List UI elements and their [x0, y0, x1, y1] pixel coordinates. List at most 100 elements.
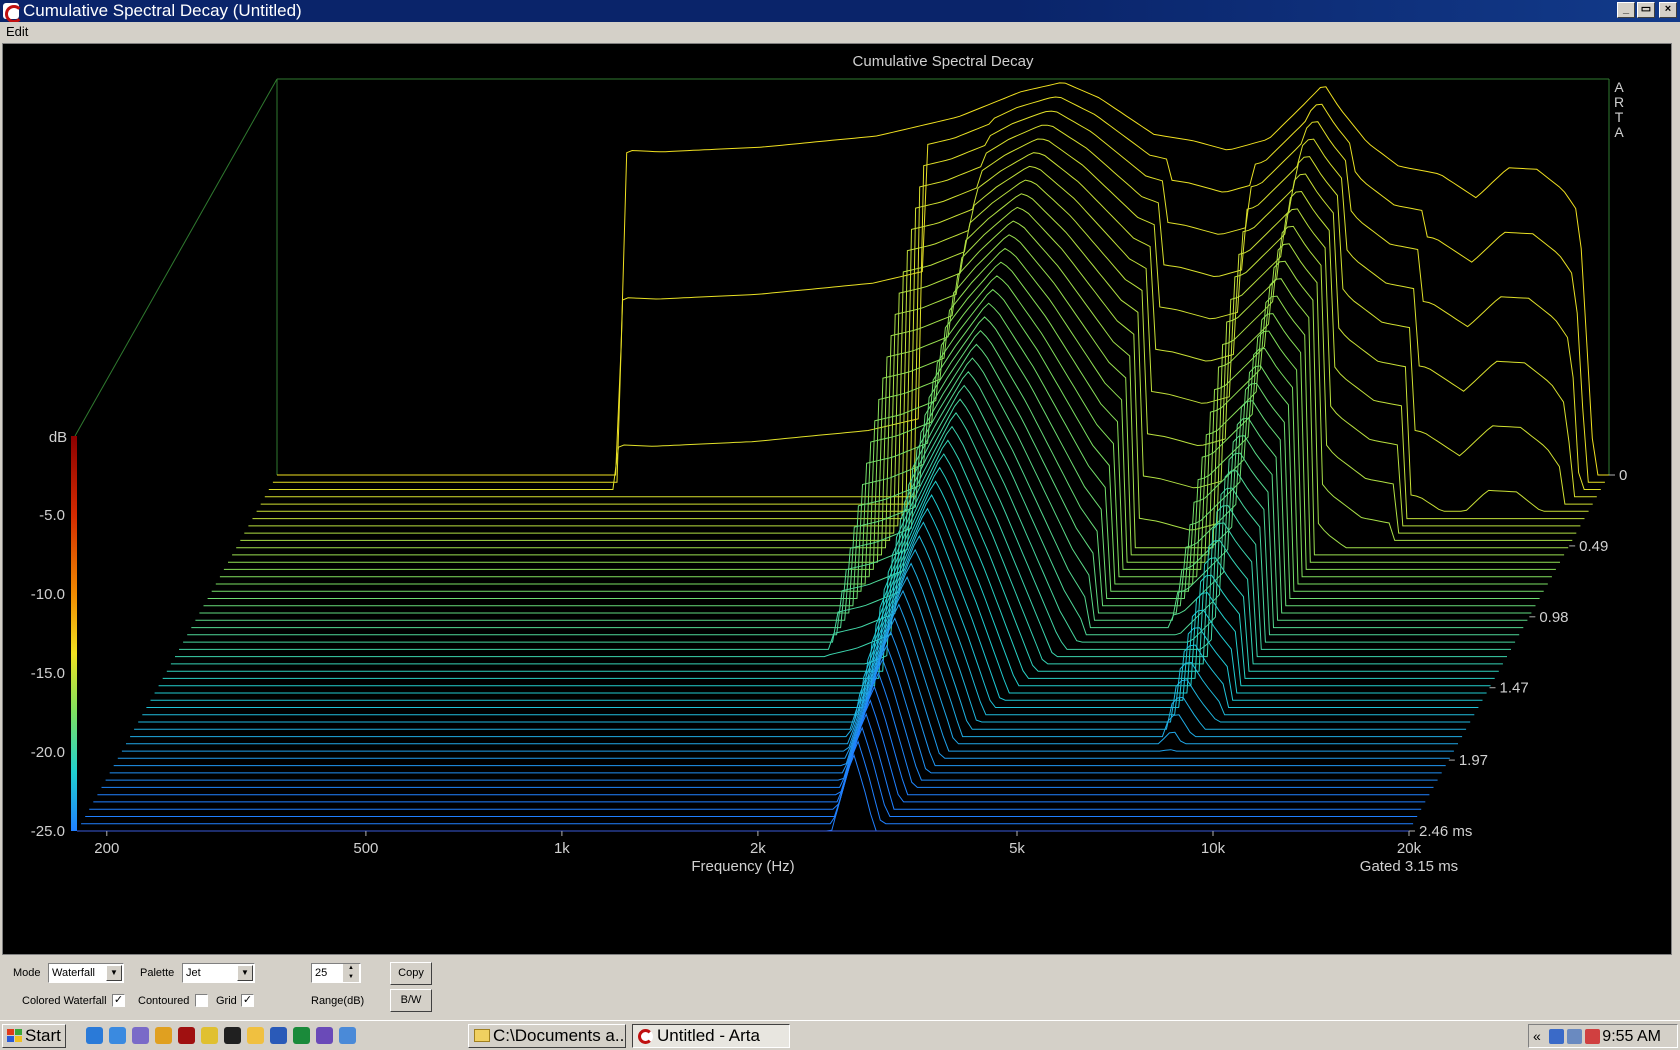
spin-down-icon[interactable]: ▼ [343, 973, 359, 982]
media-icon[interactable] [132, 1027, 149, 1044]
decay-slice [162, 466, 1495, 679]
decay-slice [138, 548, 1471, 723]
decay-slice [268, 110, 1601, 490]
colored-waterfall-label: Colored Waterfall [22, 995, 107, 1007]
z-axis-ticks: 0 0.49 0.98 1.47 1.97 2.46 ms [1409, 467, 1627, 840]
copy-button[interactable]: Copy [390, 962, 432, 985]
word-icon[interactable] [224, 1027, 241, 1044]
csd-plot-area: 200 500 1k 2k 5k 10k 20k -5.0 -10.0 -15.0 -20.0 -2… [2, 43, 1672, 955]
decay-slice [142, 535, 1475, 716]
check-mark-icon: ✓ [242, 994, 253, 1006]
close-button[interactable]: × [1659, 2, 1677, 18]
bw-button[interactable]: B/W [390, 989, 432, 1012]
system-tray: « 9:55 AM [1528, 1024, 1678, 1048]
app-icon[interactable] [316, 1027, 333, 1044]
decay-slice [109, 644, 1442, 774]
z-tick-label: 1.97 [1459, 752, 1488, 769]
ie-icon[interactable] [86, 1027, 103, 1044]
grid-checkbox[interactable]: ✓ [241, 994, 254, 1007]
display-icon[interactable] [1567, 1029, 1582, 1044]
help-icon[interactable] [270, 1027, 287, 1044]
restore-button[interactable]: ▭ [1637, 2, 1655, 18]
taskbar: Start C:\Documents a... Untitled - Arta … [0, 1020, 1680, 1050]
cmd-icon[interactable] [178, 1027, 195, 1044]
decay-slice [154, 493, 1487, 694]
decay-slice [146, 521, 1479, 708]
decay-slice [85, 726, 1418, 817]
menu-edit[interactable]: Edit [6, 23, 28, 41]
excel-icon[interactable] [247, 1027, 264, 1044]
arta-icon [638, 1029, 653, 1044]
chrome-icon[interactable] [155, 1027, 172, 1044]
spin-up-icon[interactable]: ▲ [343, 964, 359, 973]
watermark-text: ARTA [1614, 79, 1624, 140]
y-axis-label: dB [49, 429, 67, 446]
x-tick-label: 2k [750, 840, 766, 857]
control-panel: Mode Waterfall ▼ Palette Jet ▼ 25 ▲ ▼ Co… [0, 956, 1680, 1020]
range-value: 25 [315, 967, 328, 979]
folder-icon [474, 1029, 490, 1042]
windows-flag-icon [7, 1029, 22, 1043]
z-tick-label: 0.98 [1539, 609, 1568, 626]
task-arta[interactable]: Untitled - Arta [632, 1024, 790, 1048]
window-title: Cumulative Spectral Decay (Untitled) [23, 1, 302, 20]
arta-app-icon[interactable] [3, 3, 23, 23]
colorbar [71, 436, 77, 831]
decay-slice [101, 671, 1434, 788]
y-tick-label: -15.0 [31, 665, 65, 682]
y-tick-label: -25.0 [31, 823, 65, 840]
colored-waterfall-checkbox[interactable]: ✓ [112, 994, 125, 1007]
x-tick-label: 5k [1009, 840, 1025, 857]
tray-expand-icon[interactable]: « [1533, 1028, 1541, 1044]
depth-top-edge [74, 78, 278, 437]
mode-select[interactable]: Waterfall ▼ [48, 963, 124, 983]
chevron-down-icon[interactable]: ▼ [237, 965, 253, 981]
contoured-checkbox[interactable] [195, 994, 208, 1007]
notepad-icon[interactable] [293, 1027, 310, 1044]
clock: 9:55 AM [1602, 1028, 1661, 1045]
decay-slice [126, 589, 1458, 745]
range-stepper[interactable]: 25 ▲ ▼ [311, 963, 361, 983]
task-documents-folder[interactable]: C:\Documents a... [468, 1024, 626, 1048]
y-tick-label: -5.0 [39, 507, 65, 524]
decay-slice [113, 630, 1446, 767]
y-tick-label: -20.0 [31, 744, 65, 761]
start-label: Start [25, 1026, 61, 1045]
chevron-down-icon[interactable]: ▼ [106, 965, 122, 981]
decay-slice [272, 96, 1605, 483]
decay-slice [77, 753, 1409, 832]
x-tick-label: 200 [94, 840, 119, 857]
waterfall-lines [77, 82, 1609, 832]
outlook-icon[interactable] [109, 1027, 126, 1044]
contoured-label: Contoured [138, 995, 190, 1007]
palette-label: Palette [140, 967, 175, 979]
waterfall-chart: 200 500 1k 2k 5k 10k 20k -5.0 -10.0 -15.0 -20.0 -2… [31, 53, 1628, 875]
minimize-button[interactable]: _ [1617, 2, 1635, 18]
task-label: Untitled - Arta [657, 1026, 760, 1045]
palette-select[interactable]: Jet ▼ [182, 963, 255, 983]
chart-title: Cumulative Spectral Decay [853, 53, 1034, 70]
x-tick-label: 10k [1201, 840, 1226, 857]
y-tick-label: -10.0 [31, 586, 65, 603]
x-tick-label: 20k [1397, 840, 1422, 857]
decay-slice [117, 617, 1450, 759]
network-icon[interactable] [1549, 1029, 1564, 1044]
x-axis-label: Frequency (Hz) [691, 858, 794, 875]
x-axis-ticks: 200 500 1k 2k 5k 10k 20k [94, 831, 1422, 857]
shark-icon[interactable] [339, 1027, 356, 1044]
mode-label: Mode [13, 967, 41, 979]
decay-slice [105, 658, 1438, 781]
range-label: Range(dB) [311, 995, 365, 1007]
palette-value: Jet [186, 967, 201, 979]
start-button[interactable]: Start [2, 1024, 66, 1048]
folder-icon[interactable] [201, 1027, 218, 1044]
grid-label: Grid [216, 995, 237, 1007]
task-label: C:\Documents a... [493, 1026, 626, 1045]
y-axis-ticks: -5.0 -10.0 -15.0 -20.0 -25.0 [31, 507, 65, 840]
security-icon[interactable] [1585, 1029, 1600, 1044]
z-tick-label: 0.49 [1579, 538, 1608, 555]
x-tick-label: 500 [353, 840, 378, 857]
arta-watermark: ARTA [1614, 79, 1624, 140]
decay-slice [81, 740, 1414, 825]
plot-frame-lines [74, 78, 1610, 475]
